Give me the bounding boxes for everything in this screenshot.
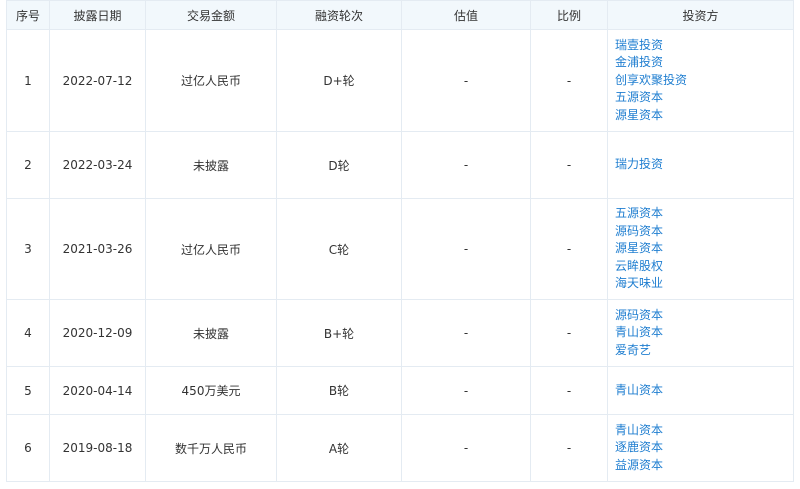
investor-link[interactable]: 五源资本 xyxy=(615,205,793,223)
cell-valuation: - xyxy=(401,299,531,367)
cell-investors: 青山资本 xyxy=(607,366,794,415)
investor-link[interactable]: 源码资本 xyxy=(615,223,793,241)
header-valuation: 估值 xyxy=(401,0,531,30)
investor-link[interactable]: 源星资本 xyxy=(615,107,793,125)
cell-date: 2019-08-18 xyxy=(49,414,146,482)
table-row: 1 2022-07-12 过亿人民币 D+轮 - - 瑞壹投资 金浦投资 创享欢… xyxy=(6,29,794,132)
investor-link[interactable]: 青山资本 xyxy=(615,324,793,342)
cell-round: C轮 xyxy=(276,198,402,300)
table-row: 5 2020-04-14 450万美元 B轮 - - 青山资本 xyxy=(6,366,794,415)
cell-round: A轮 xyxy=(276,414,402,482)
cell-index: 2 xyxy=(6,131,50,199)
cell-investors: 瑞力投资 xyxy=(607,131,794,199)
header-ratio: 比例 xyxy=(530,0,608,30)
cell-round: B轮 xyxy=(276,366,402,415)
cell-index: 4 xyxy=(6,299,50,367)
cell-date: 2020-04-14 xyxy=(49,366,146,415)
investor-link[interactable]: 源码资本 xyxy=(615,307,793,325)
table-row: 2 2022-03-24 未披露 D轮 - - 瑞力投资 xyxy=(6,131,794,199)
cell-ratio: - xyxy=(530,29,608,132)
investor-link[interactable]: 金浦投资 xyxy=(615,54,793,72)
cell-amount: 数千万人民币 xyxy=(145,414,277,482)
cell-amount: 未披露 xyxy=(145,131,277,199)
cell-index: 6 xyxy=(6,414,50,482)
cell-amount: 过亿人民币 xyxy=(145,198,277,300)
header-date: 披露日期 xyxy=(49,0,146,30)
header-index: 序号 xyxy=(6,0,50,30)
cell-index: 3 xyxy=(6,198,50,300)
cell-valuation: - xyxy=(401,414,531,482)
table-header-row: 序号 披露日期 交易金额 融资轮次 估值 比例 投资方 xyxy=(6,0,794,30)
financing-table: 序号 披露日期 交易金额 融资轮次 估值 比例 投资方 1 2022-07-12… xyxy=(6,0,794,482)
cell-amount: 450万美元 xyxy=(145,366,277,415)
cell-date: 2022-07-12 xyxy=(49,29,146,132)
table-row: 3 2021-03-26 过亿人民币 C轮 - - 五源资本 源码资本 源星资本… xyxy=(6,198,794,300)
header-round: 融资轮次 xyxy=(276,0,402,30)
cell-investors: 青山资本 逐鹿资本 益源资本 xyxy=(607,414,794,482)
header-investors: 投资方 xyxy=(607,0,794,30)
cell-ratio: - xyxy=(530,366,608,415)
cell-ratio: - xyxy=(530,198,608,300)
investor-link[interactable]: 五源资本 xyxy=(615,89,793,107)
investor-link[interactable]: 云眸股权 xyxy=(615,258,793,276)
investor-link[interactable]: 瑞壹投资 xyxy=(615,37,793,55)
investor-link[interactable]: 益源资本 xyxy=(615,457,793,475)
table-row: 4 2020-12-09 未披露 B+轮 - - 源码资本 青山资本 爱奇艺 xyxy=(6,299,794,367)
investor-link[interactable]: 海天味业 xyxy=(615,275,793,293)
investor-link[interactable]: 青山资本 xyxy=(615,382,793,400)
cell-valuation: - xyxy=(401,366,531,415)
cell-round: D+轮 xyxy=(276,29,402,132)
cell-ratio: - xyxy=(530,299,608,367)
cell-valuation: - xyxy=(401,29,531,132)
cell-ratio: - xyxy=(530,414,608,482)
cell-amount: 过亿人民币 xyxy=(145,29,277,132)
cell-index: 5 xyxy=(6,366,50,415)
cell-ratio: - xyxy=(530,131,608,199)
investor-link[interactable]: 逐鹿资本 xyxy=(615,439,793,457)
investor-link[interactable]: 青山资本 xyxy=(615,422,793,440)
cell-date: 2020-12-09 xyxy=(49,299,146,367)
cell-date: 2022-03-24 xyxy=(49,131,146,199)
investor-link[interactable]: 源星资本 xyxy=(615,240,793,258)
cell-round: B+轮 xyxy=(276,299,402,367)
cell-investors: 源码资本 青山资本 爱奇艺 xyxy=(607,299,794,367)
investor-link[interactable]: 瑞力投资 xyxy=(615,156,793,174)
cell-index: 1 xyxy=(6,29,50,132)
cell-amount: 未披露 xyxy=(145,299,277,367)
cell-date: 2021-03-26 xyxy=(49,198,146,300)
cell-round: D轮 xyxy=(276,131,402,199)
cell-investors: 五源资本 源码资本 源星资本 云眸股权 海天味业 xyxy=(607,198,794,300)
investor-link[interactable]: 爱奇艺 xyxy=(615,342,793,360)
header-amount: 交易金额 xyxy=(145,0,277,30)
cell-valuation: - xyxy=(401,131,531,199)
investor-link[interactable]: 创享欢聚投资 xyxy=(615,72,793,90)
cell-investors: 瑞壹投资 金浦投资 创享欢聚投资 五源资本 源星资本 xyxy=(607,29,794,132)
table-row: 6 2019-08-18 数千万人民币 A轮 - - 青山资本 逐鹿资本 益源资… xyxy=(6,414,794,482)
cell-valuation: - xyxy=(401,198,531,300)
